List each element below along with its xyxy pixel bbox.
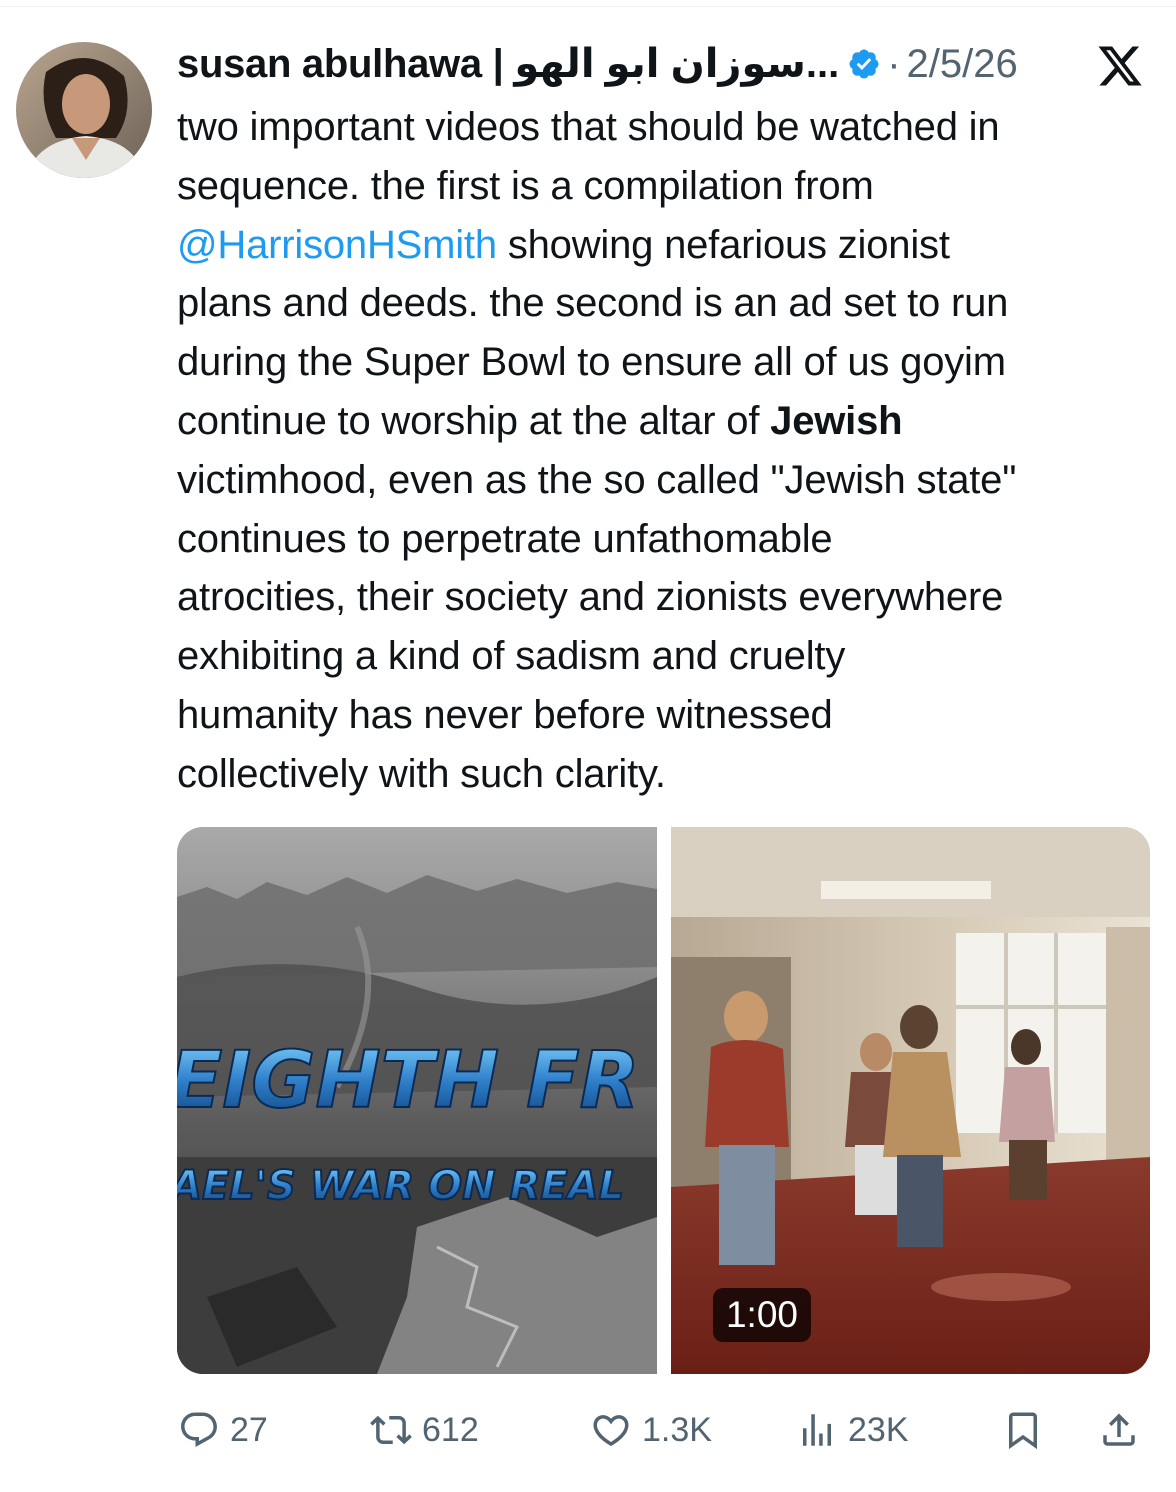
- media-right-video[interactable]: 1:00: [671, 827, 1150, 1374]
- author-name[interactable]: susan abulhawa | سوزان ابو الهو...: [177, 41, 840, 87]
- tweet-line-text: showing nefarious zionist: [496, 222, 950, 267]
- avatar-image: [16, 42, 152, 178]
- reply-icon: [181, 1412, 217, 1447]
- bold-text: Jewish: [770, 398, 903, 443]
- tweet-line: collectively with such clarity.: [177, 751, 666, 796]
- like-icon: [593, 1415, 629, 1447]
- tweet-line: continues to perpetrate unfathomable: [177, 516, 833, 561]
- repost-button[interactable]: 612: [370, 1395, 479, 1465]
- tweet-actions: 27 612 1.3K 23K: [0, 1395, 1176, 1465]
- tweet-text: two important videos that should be watc…: [177, 98, 1167, 804]
- repost-icon: [370, 1415, 412, 1445]
- tweet-line: plans and deeds. the second is an ad set…: [177, 281, 1009, 326]
- reply-count: 27: [230, 1410, 268, 1449]
- mention-link[interactable]: @HarrisonHSmith: [177, 223, 497, 267]
- left-video-title: EIGHTH FR: [177, 1036, 640, 1126]
- tweet-line-text: continue to worship at the altar of: [177, 398, 771, 443]
- reply-button[interactable]: 27: [178, 1395, 268, 1465]
- left-video-thumbnail: EIGHTH FR AEL'S WAR ON REAL: [177, 827, 657, 1374]
- share-icon: [1103, 1413, 1135, 1446]
- tweet-line: @HarrisonHSmith showing nefarious zionis…: [177, 216, 1167, 275]
- tweet-line: victimhood, even as the so called "Jewis…: [177, 457, 1017, 502]
- share-button[interactable]: [1098, 1395, 1150, 1465]
- views-icon: [803, 1414, 831, 1446]
- verified-badge-icon: [849, 49, 879, 79]
- tweet-line: sequence. the first is a compilation fro…: [177, 163, 874, 208]
- tweet-line: during the Super Bowl to ensure all of u…: [177, 340, 1006, 385]
- views-button[interactable]: 23K: [796, 1395, 909, 1465]
- tweet-line: two important videos that should be watc…: [177, 105, 1000, 149]
- avatar[interactable]: [16, 42, 152, 178]
- header-separator: ·: [887, 41, 901, 86]
- tweet-line: humanity has never before witnessed: [177, 692, 833, 737]
- media-left-video[interactable]: EIGHTH FR AEL'S WAR ON REAL: [177, 827, 657, 1374]
- video-duration: 1:00: [713, 1288, 811, 1342]
- media-grid: EIGHTH FR AEL'S WAR ON REAL 1:00: [177, 827, 1150, 1374]
- left-video-subtitle: AEL'S WAR ON REAL: [177, 1163, 624, 1209]
- tweet-date[interactable]: 2/5/26: [907, 42, 1018, 87]
- like-count: 1.3K: [642, 1410, 712, 1449]
- top-divider: [0, 6, 1176, 7]
- tweet-header: susan abulhawa | سوزان ابو الهو... · 2/5…: [177, 38, 1018, 90]
- bookmark-icon: [1009, 1412, 1037, 1450]
- repost-count: 612: [422, 1410, 479, 1449]
- tweet-line: continue to worship at the altar of Jewi…: [177, 392, 1167, 451]
- tweet-line: exhibiting a kind of sadism and cruelty: [177, 634, 846, 679]
- x-logo-icon[interactable]: [1094, 42, 1146, 90]
- tweet-line: atrocities, their society and zionists e…: [177, 575, 1004, 620]
- like-button[interactable]: 1.3K: [590, 1395, 712, 1465]
- bookmark-button[interactable]: [1002, 1395, 1054, 1465]
- views-count: 23K: [848, 1410, 909, 1449]
